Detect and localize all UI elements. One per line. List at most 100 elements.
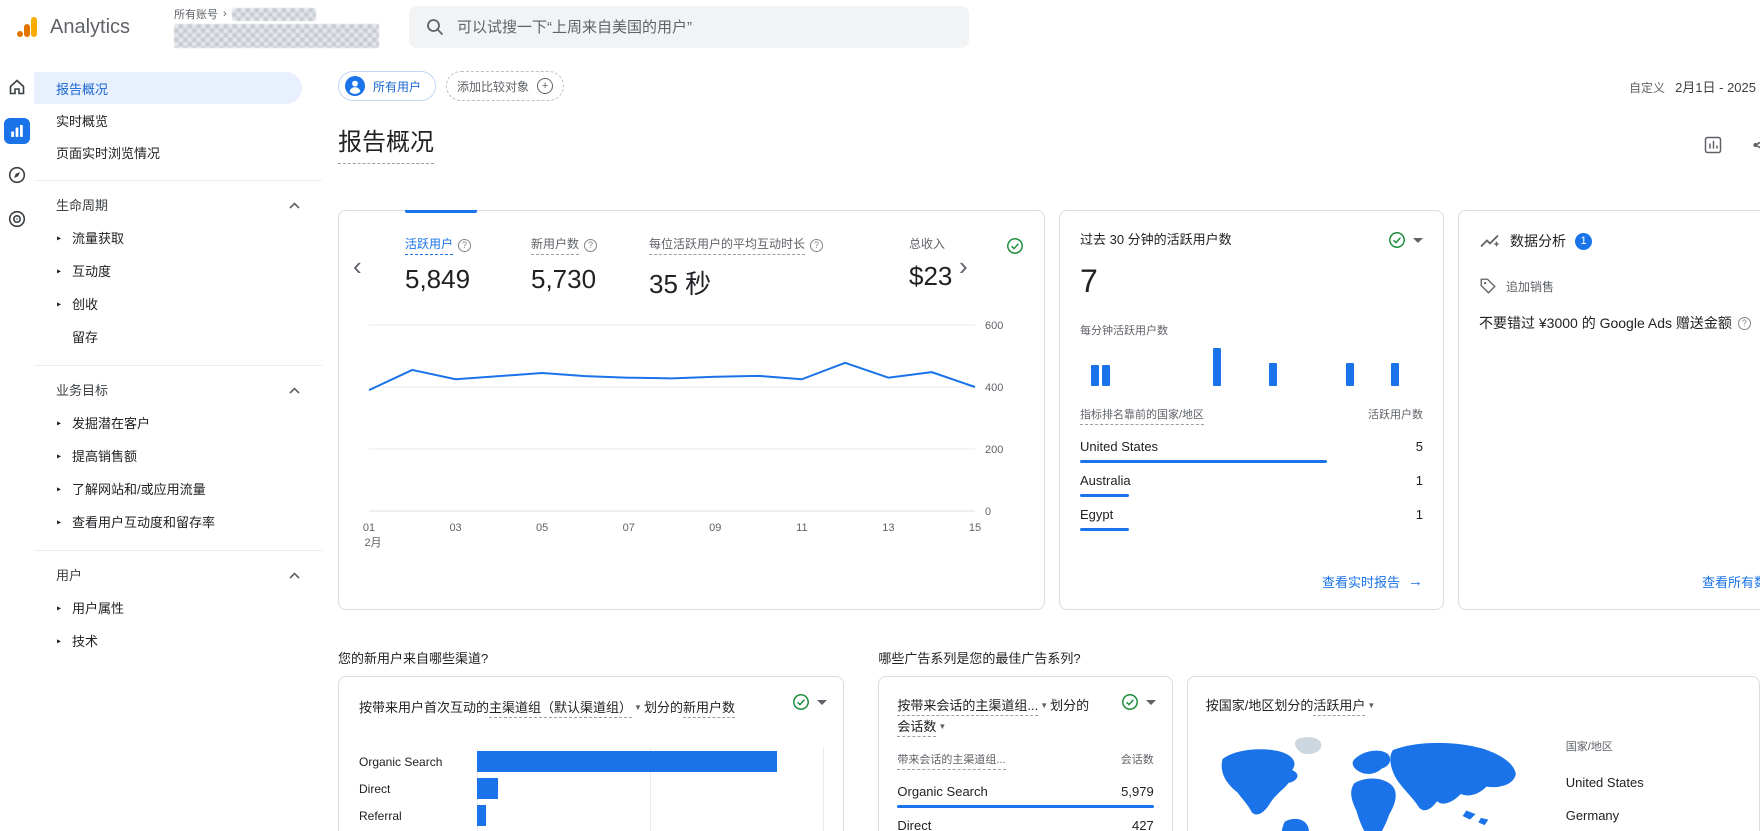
- svg-text:2月: 2月: [364, 537, 381, 549]
- active-users-trend-chart: 6004002000012月03050709111315: [363, 315, 1023, 555]
- session-rows: Organic Search5,979Direct427: [897, 784, 1153, 831]
- metric-tab[interactable]: 总收入$23: [909, 235, 999, 301]
- sidebar-item[interactable]: ▸流量获取: [34, 221, 322, 254]
- add-comparison-chip[interactable]: 添加比较对象 +: [446, 71, 564, 101]
- sidebar-item[interactable]: ▸用户属性: [34, 591, 322, 624]
- sidebar-item[interactable]: ▸发掘潜在客户: [34, 406, 322, 439]
- search-input[interactable]: [457, 19, 953, 36]
- nav-home-button[interactable]: [4, 74, 30, 100]
- svg-text:11: 11: [796, 522, 807, 534]
- caret-down-icon: [1146, 700, 1156, 705]
- session-row-value: 5,979: [1121, 784, 1154, 799]
- card-menu[interactable]: [792, 693, 827, 711]
- metric-tab[interactable]: 新用户数? 5,730: [531, 235, 649, 301]
- view-realtime-link[interactable]: 查看实时报告 →: [1322, 572, 1423, 591]
- reports-icon: [9, 123, 25, 139]
- country-list: United StatesGermany: [1566, 766, 1716, 831]
- sidebar-section: 用户 ▸用户属性▸技术: [34, 550, 322, 657]
- sidebar-item[interactable]: ▸提高销售额: [34, 439, 322, 472]
- bar: [477, 751, 777, 772]
- sparkline-bar: [1391, 363, 1399, 386]
- sidebar-item-label: 查看用户互动度和留存率: [72, 512, 215, 531]
- metric-name: 新用户数: [683, 700, 735, 718]
- svg-text:05: 05: [536, 522, 548, 534]
- chart-card-button[interactable]: [1702, 134, 1724, 156]
- account-switcher[interactable]: 所有账号 ›: [174, 6, 379, 48]
- nav-advertising-button[interactable]: [4, 206, 30, 232]
- sidebar-item[interactable]: 页面实时浏览情况: [34, 136, 302, 168]
- sidebar-item[interactable]: ▸互动度: [34, 254, 322, 287]
- expand-triangle-icon: ▸: [57, 484, 61, 493]
- dimension-dropdown[interactable]: 主渠道组（默认渠道组）▼: [489, 700, 644, 715]
- dimension-dropdown[interactable]: 按带来会话的主渠道组...▼: [897, 698, 1050, 713]
- sidebar-item[interactable]: ▸了解网站和/或应用流量: [34, 472, 322, 505]
- realtime-country-row-label: Egypt: [1080, 507, 1113, 522]
- data-quality-icon: [792, 693, 810, 711]
- sidebar-section: 业务目标▸发掘潜在客户▸提高销售额▸了解网站和/或应用流量▸查看用户互动度和留存…: [34, 365, 322, 538]
- scroll-metrics-left-icon[interactable]: ‹: [353, 253, 362, 279]
- data-quality-icon[interactable]: [1006, 237, 1024, 260]
- all-users-chip-label: 所有用户: [373, 78, 421, 95]
- sidebar-section-header[interactable]: 生命周期: [34, 187, 322, 221]
- scroll-metrics-right-icon[interactable]: ›: [959, 253, 968, 279]
- caret-down-icon: ▼: [1367, 701, 1375, 710]
- metric-value: 5,730: [531, 264, 649, 295]
- view-all-insights-link[interactable]: 查看所有数: [1702, 572, 1760, 591]
- caret-down-icon: ▼: [634, 703, 642, 712]
- date-range-picker[interactable]: 自定义 2月1日 - 2025: [1629, 77, 1760, 96]
- nav-explore-button[interactable]: [4, 162, 30, 188]
- sparkline-bar: [1102, 365, 1110, 386]
- caret-down-icon: [1413, 238, 1423, 243]
- insights-card: 数据分析 1 追加销售 不要错过 ¥3000 的 Google Ads 赠送金额…: [1458, 210, 1760, 610]
- insight-message[interactable]: 不要错过 ¥3000 的 Google Ads 赠送金额 ?: [1479, 313, 1760, 333]
- channel-bar-chart: Organic SearchDirectReferral: [359, 748, 823, 831]
- sidebar-item[interactable]: ▸查看用户互动度和留存率: [34, 505, 322, 538]
- metric-tab[interactable]: 活跃用户?5,849: [405, 235, 531, 301]
- date-mode-label: 自定义: [1629, 79, 1665, 96]
- breadcrumb-chevron-icon: ›: [223, 8, 227, 20]
- share-button[interactable]: [1750, 134, 1760, 156]
- nav-reports-button[interactable]: [4, 118, 30, 144]
- bar-category-label: Referral: [359, 802, 471, 829]
- bar-row: [477, 802, 823, 829]
- metric-tab[interactable]: 每位活跃用户的平均互动时长?35 秒: [649, 235, 909, 301]
- sidebar-item[interactable]: 报告概况: [34, 72, 302, 104]
- help-icon[interactable]: ?: [1738, 317, 1751, 330]
- all-users-chip[interactable]: 所有用户: [338, 71, 436, 101]
- sidebar-item[interactable]: 留存: [34, 320, 322, 353]
- search-bar[interactable]: [409, 6, 969, 48]
- metric-dropdown[interactable]: 活跃用户▼: [1313, 698, 1377, 713]
- expand-triangle-icon: ▸: [57, 418, 61, 427]
- realtime-country-row-label: Australia: [1080, 473, 1131, 488]
- chart-card-icon: [1703, 135, 1723, 155]
- sidebar-section-header[interactable]: 业务目标: [34, 372, 322, 406]
- realtime-country-row: Australia1: [1080, 473, 1423, 497]
- help-icon: ?: [458, 239, 471, 252]
- chevron-up-icon: [289, 197, 300, 212]
- reports-sidebar: 报告概况实时概览页面实时浏览情况 生命周期▸流量获取▸互动度▸创收留存业务目标▸…: [34, 54, 322, 831]
- per-minute-sparkline: [1080, 346, 1423, 386]
- sidebar-item[interactable]: ▸技术: [34, 624, 322, 657]
- card-menu[interactable]: [1121, 693, 1156, 711]
- analytics-logo[interactable]: Analytics: [14, 14, 130, 40]
- metric-dropdown[interactable]: 会话数▼: [897, 719, 948, 734]
- metric-tab-label: 新用户数?: [531, 235, 649, 255]
- date-range-value: 2月1日 - 2025: [1675, 77, 1756, 96]
- sidebar-item-label: 留存: [72, 327, 98, 346]
- realtime-country-row-value: 5: [1416, 439, 1423, 454]
- sidebar-item[interactable]: ▸创收: [34, 287, 322, 320]
- sidebar-section-title: 生命周期: [56, 195, 108, 214]
- metric-tab-text: 活跃用户: [405, 235, 453, 255]
- session-row: Organic Search 5,979: [897, 784, 1153, 808]
- sidebar-item-label: 流量获取: [72, 228, 124, 247]
- gridline: [823, 748, 824, 831]
- session-row-label: Organic Search: [897, 784, 987, 799]
- sidebar-section-title: 用户: [56, 565, 82, 584]
- sidebar-section-header[interactable]: 用户: [34, 557, 322, 591]
- plus-icon: +: [537, 78, 553, 94]
- realtime-card-menu[interactable]: [1388, 231, 1423, 249]
- sidebar-section-title: 业务目标: [56, 380, 108, 399]
- metric-value: $23: [909, 261, 965, 292]
- sidebar-item[interactable]: 实时概览: [34, 104, 302, 136]
- per-minute-label: 每分钟活跃用户数: [1080, 322, 1423, 338]
